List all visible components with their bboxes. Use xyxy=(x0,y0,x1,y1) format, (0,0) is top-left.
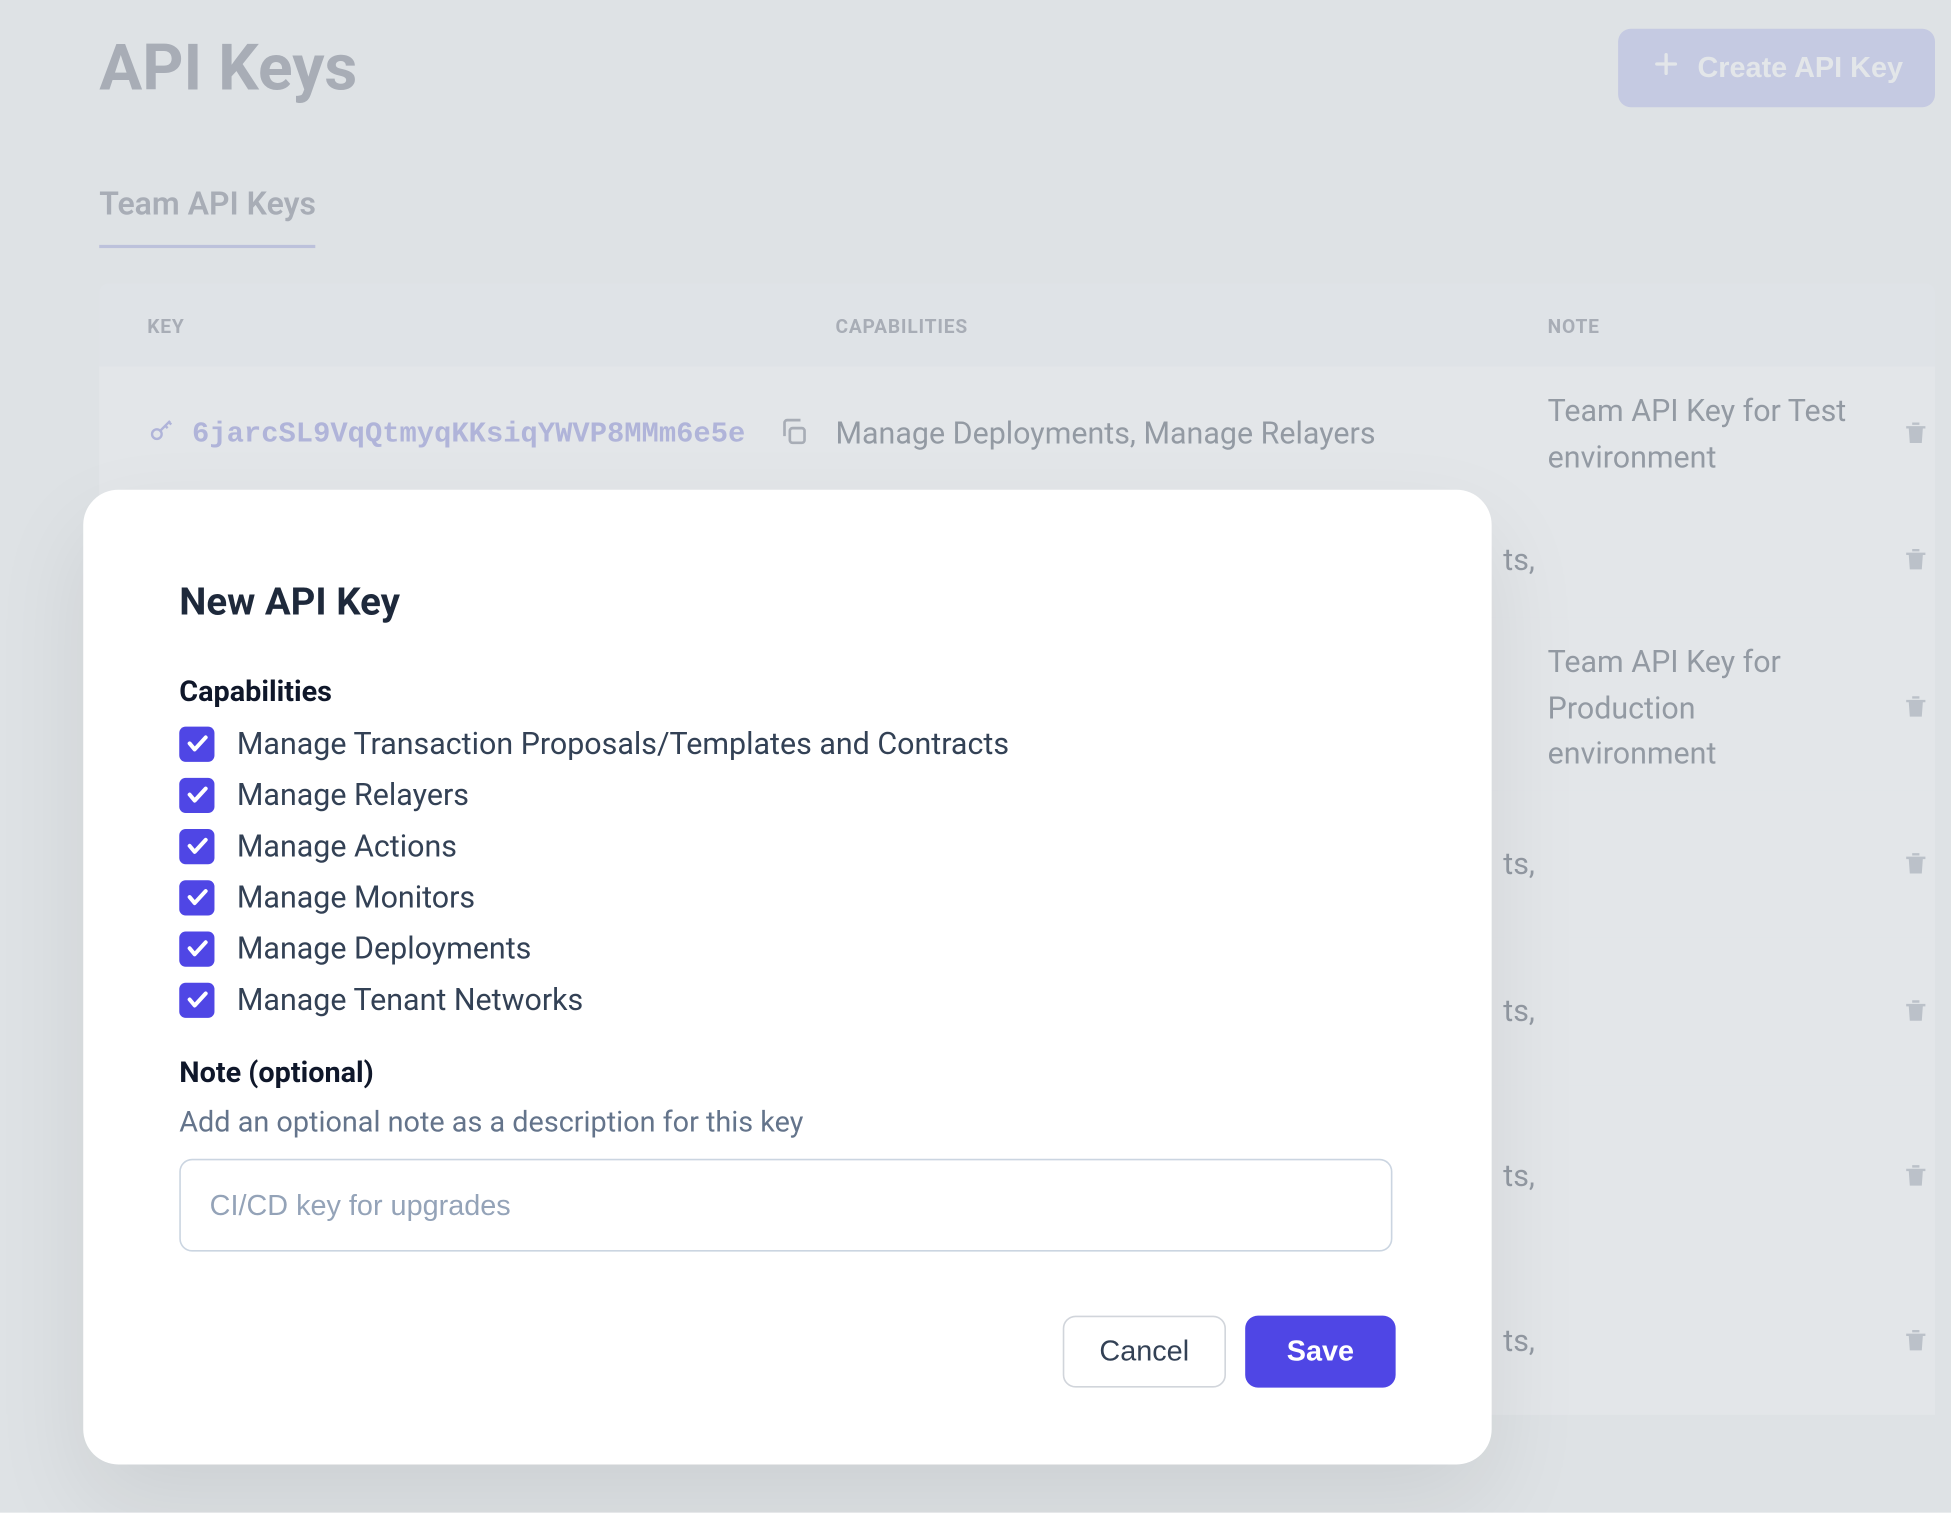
capability-label: Manage Relayers xyxy=(237,776,469,813)
checkbox-checked-icon[interactable] xyxy=(179,982,214,1017)
modal-title: New API Key xyxy=(179,579,1395,624)
capability-label: Manage Transaction Proposals/Templates a… xyxy=(237,725,1009,762)
page-root: API Keys Create API Key Team API Keys KE… xyxy=(0,0,1951,1512)
capability-label: Manage Actions xyxy=(237,827,457,864)
capability-label: Manage Monitors xyxy=(237,879,475,916)
note-section-label: Note (optional) xyxy=(179,1056,1395,1090)
capability-item[interactable]: Manage Relayers xyxy=(179,776,1395,813)
modal-footer: Cancel Save xyxy=(179,1316,1395,1388)
capability-item[interactable]: Manage Transaction Proposals/Templates a… xyxy=(179,725,1395,762)
capability-item[interactable]: Manage Actions xyxy=(179,827,1395,864)
capabilities-section-label: Capabilities xyxy=(179,675,1395,709)
checkbox-checked-icon[interactable] xyxy=(179,828,214,863)
checkbox-checked-icon[interactable] xyxy=(179,879,214,914)
checkbox-checked-icon[interactable] xyxy=(179,777,214,812)
checkbox-checked-icon[interactable] xyxy=(179,726,214,761)
capability-label: Manage Deployments xyxy=(237,930,531,967)
save-button[interactable]: Save xyxy=(1245,1316,1396,1388)
new-api-key-modal: New API Key Capabilities Manage Transact… xyxy=(83,490,1491,1465)
note-input[interactable] xyxy=(179,1159,1392,1252)
cancel-button[interactable]: Cancel xyxy=(1063,1316,1226,1388)
capability-item[interactable]: Manage Tenant Networks xyxy=(179,981,1395,1018)
note-help-text: Add an optional note as a description fo… xyxy=(179,1106,1395,1140)
capabilities-list: Manage Transaction Proposals/Templates a… xyxy=(179,725,1395,1018)
capability-item[interactable]: Manage Monitors xyxy=(179,879,1395,916)
capability-label: Manage Tenant Networks xyxy=(237,981,583,1018)
checkbox-checked-icon[interactable] xyxy=(179,931,214,966)
capability-item[interactable]: Manage Deployments xyxy=(179,930,1395,967)
